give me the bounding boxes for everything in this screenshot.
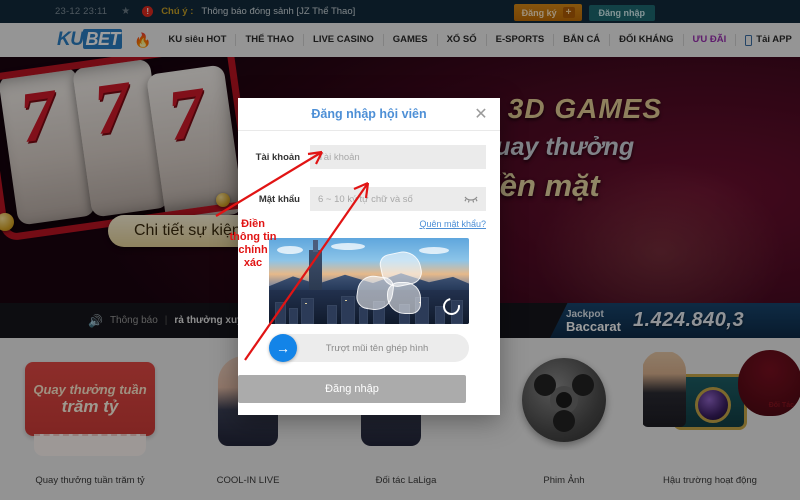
- slider-instruction: Trượt mũi tên ghép hình: [325, 342, 429, 354]
- password-input-wrap[interactable]: [310, 187, 486, 211]
- building: [301, 298, 314, 324]
- login-submit-button[interactable]: Đăng nhập: [238, 375, 466, 403]
- eye-off-icon[interactable]: [464, 194, 478, 204]
- building: [289, 308, 298, 324]
- city-light: [279, 308, 281, 310]
- annotation-text: Điền thông tin chính xác: [229, 218, 277, 269]
- password-input[interactable]: [318, 187, 460, 211]
- modal-title: Đăng nhập hội viên: [311, 107, 427, 121]
- puzzle-piece-outline: [387, 282, 421, 314]
- account-field-row: Tài khoản: [252, 145, 486, 169]
- cloud-shape: [277, 246, 303, 254]
- building: [341, 296, 355, 324]
- city-light: [345, 299, 347, 301]
- city-light: [305, 302, 307, 304]
- building: [327, 305, 337, 324]
- account-label: Tài khoản: [255, 151, 300, 163]
- account-input-wrap[interactable]: [310, 145, 486, 169]
- cloud-shape: [331, 243, 365, 250]
- account-input[interactable]: [318, 145, 478, 169]
- password-label: Mật khẩu: [258, 193, 300, 205]
- slider-arrow-icon[interactable]: →: [269, 334, 297, 362]
- captcha-image[interactable]: [269, 238, 469, 324]
- modal-header: Đăng nhập hội viên ✕: [238, 98, 500, 131]
- close-icon[interactable]: ✕: [472, 105, 490, 123]
- password-field-row: Mật khẩu: [252, 187, 486, 211]
- building: [275, 302, 286, 324]
- building: [359, 307, 368, 324]
- captcha-slider[interactable]: → Trượt mũi tên ghép hình: [269, 334, 469, 362]
- cloud-shape: [419, 247, 449, 254]
